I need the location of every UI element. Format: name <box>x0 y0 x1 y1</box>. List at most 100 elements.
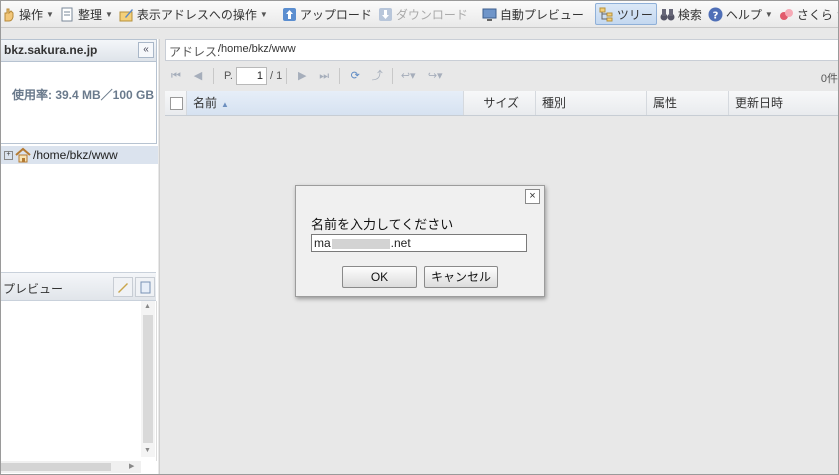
expand-icon[interactable]: + <box>4 150 13 160</box>
redacted-text <box>331 238 390 249</box>
download-icon <box>378 7 393 22</box>
menu-organize[interactable]: 整理 ▼ <box>57 3 116 25</box>
column-type[interactable]: 種別 <box>536 91 647 115</box>
name-input-suffix: .net <box>390 236 411 250</box>
app-window: 操作 ▼ 整理 ▼ 表示アドレスへの操作 ▼ アップロード ダウンロード 自動プ… <box>0 0 839 475</box>
upload-label: アップロード <box>299 7 372 22</box>
dialog-message: 名前を入力してください <box>311 217 454 232</box>
download-button[interactable]: ダウンロード <box>375 3 471 25</box>
horizontal-scrollbar[interactable]: ▶ <box>1 461 141 473</box>
host-name: bkz.sakura.ne.jp <box>4 43 98 57</box>
toolbar-separator <box>339 68 341 84</box>
cancel-button[interactable]: キャンセル <box>424 266 498 288</box>
column-size-label: サイズ <box>483 96 519 110</box>
left-panel: bkz.sakura.ne.jp « 使用率: 39.4 MB／100 GB +… <box>1 39 158 474</box>
auto-preview-button[interactable]: 自動プレビュー <box>479 3 587 25</box>
page-total: / 1 <box>269 70 283 82</box>
close-icon[interactable]: × <box>525 189 540 204</box>
chevron-down-icon: ▼ <box>259 9 268 19</box>
edit-preview-button[interactable] <box>113 277 133 297</box>
next-page-icon[interactable]: ▶ <box>294 68 310 84</box>
toolbar-separator <box>213 68 214 84</box>
disk-usage: 使用率: 39.4 MB／100 GB <box>12 88 155 102</box>
column-attribute-label: 属性 <box>653 96 678 110</box>
auto-preview-label: 自動プレビュー <box>499 7 584 22</box>
column-type-label: 種別 <box>542 96 567 110</box>
ok-button[interactable]: OK <box>342 266 417 288</box>
chevron-down-icon: ▼ <box>46 9 54 19</box>
last-page-icon[interactable]: ⏭ <box>316 68 332 84</box>
upload-icon <box>282 7 297 22</box>
monitor-icon <box>482 7 497 22</box>
column-name-label: 名前 <box>193 96 218 110</box>
menu-address-ops-label: 表示アドレスへの操作 <box>136 7 257 22</box>
binoculars-icon <box>660 7 675 22</box>
preview-vertical-scrollbar[interactable]: ▲ ▼ <box>141 301 155 457</box>
forward-icon[interactable]: ↪▾ <box>427 68 443 84</box>
toolbar: 操作 ▼ 整理 ▼ 表示アドレスへの操作 ▼ アップロード ダウンロード 自動プ… <box>1 1 838 28</box>
home-icon <box>15 147 31 163</box>
address-label: アドレス: <box>169 45 221 59</box>
menu-operation[interactable]: 操作 ▼ <box>1 3 57 25</box>
hand-icon <box>1 7 16 22</box>
collapse-panel-button[interactable]: « <box>138 42 154 58</box>
folder-pencil-icon <box>119 7 134 22</box>
address-input[interactable]: /home/bkz/www <box>218 43 296 55</box>
back-icon[interactable]: ↩▾ <box>400 68 416 84</box>
pager-toolbar: ⏮ ◀ P. 1 / 1 ▶ ⏭ ⟳ ⤴ ↩▾ ↪▾ 0件 <box>165 63 838 89</box>
tree-item-label: /home/bkz/www <box>33 148 118 162</box>
tree-toggle-button[interactable]: ツリー <box>594 3 657 25</box>
name-input-prefix: ma <box>314 236 331 250</box>
help-label: ヘルプ <box>725 7 762 22</box>
name-input[interactable]: ma .net <box>311 234 527 252</box>
scroll-thumb[interactable] <box>1 463 111 471</box>
host-info-area: 使用率: 39.4 MB／100 GB <box>1 61 157 144</box>
parent-folder-icon[interactable]: ⤴ <box>369 68 385 84</box>
document-icon <box>60 7 75 22</box>
download-label: ダウンロード <box>395 7 468 22</box>
tree-icon <box>599 7 614 22</box>
column-modified[interactable]: 更新日時 <box>729 91 838 115</box>
scroll-down-icon[interactable]: ▼ <box>144 447 151 454</box>
column-size[interactable]: サイズ <box>464 91 536 115</box>
search-button[interactable]: 検索 <box>657 3 705 25</box>
toolbar-separator <box>286 68 288 84</box>
host-header: bkz.sakura.ne.jp « <box>1 39 157 62</box>
name-input-dialog: × 名前を入力してください ma .net OK キャンセル <box>295 185 545 297</box>
toolbar-separator <box>392 68 394 84</box>
tree-label: ツリー <box>616 7 653 22</box>
select-all-checkbox[interactable] <box>170 97 183 110</box>
sort-ascending-icon: ▲ <box>221 100 229 109</box>
search-label: 検索 <box>677 7 702 22</box>
help-menu[interactable]: ? ヘルプ ▼ <box>705 3 776 25</box>
select-all-column <box>165 91 187 115</box>
preview-body: ▲ ▼ <box>1 301 157 461</box>
column-modified-label: 更新日時 <box>735 96 784 110</box>
sakura-label: さくら <box>796 7 833 22</box>
page-label: P. <box>224 70 233 82</box>
item-count: 0件 <box>820 73 838 85</box>
refresh-preview-button[interactable] <box>135 277 155 297</box>
column-attribute[interactable]: 属性 <box>647 91 729 115</box>
page-number-input[interactable]: 1 <box>235 67 267 85</box>
column-name[interactable]: 名前 ▲ <box>187 91 464 115</box>
scroll-up-icon[interactable]: ▲ <box>144 303 151 310</box>
first-page-icon[interactable]: ⏮ <box>168 68 184 84</box>
menu-address-ops[interactable]: 表示アドレスへの操作 ▼ <box>116 3 271 25</box>
scroll-right-icon[interactable]: ▶ <box>129 462 134 470</box>
sakura-logo-icon <box>779 7 794 22</box>
file-grid-header: 名前 ▲ サイズ 種別 属性 更新日時 <box>165 91 838 116</box>
prev-page-icon[interactable]: ◀ <box>190 68 206 84</box>
preview-title: プレビュー <box>3 282 64 296</box>
tree-item-home[interactable]: + /home/bkz/www <box>1 146 158 164</box>
menu-organize-label: 整理 <box>77 7 102 22</box>
sakura-menu[interactable]: さくら ▼ <box>776 3 838 25</box>
upload-button[interactable]: アップロード <box>279 3 375 25</box>
menu-operation-label: 操作 <box>19 7 44 22</box>
help-icon: ? <box>708 7 723 22</box>
chevron-down-icon: ▼ <box>104 9 113 19</box>
chevron-down-icon: ▼ <box>764 9 773 19</box>
scroll-thumb[interactable] <box>143 315 153 443</box>
refresh-icon[interactable]: ⟳ <box>347 68 363 84</box>
preview-header: プレビュー <box>1 272 156 301</box>
